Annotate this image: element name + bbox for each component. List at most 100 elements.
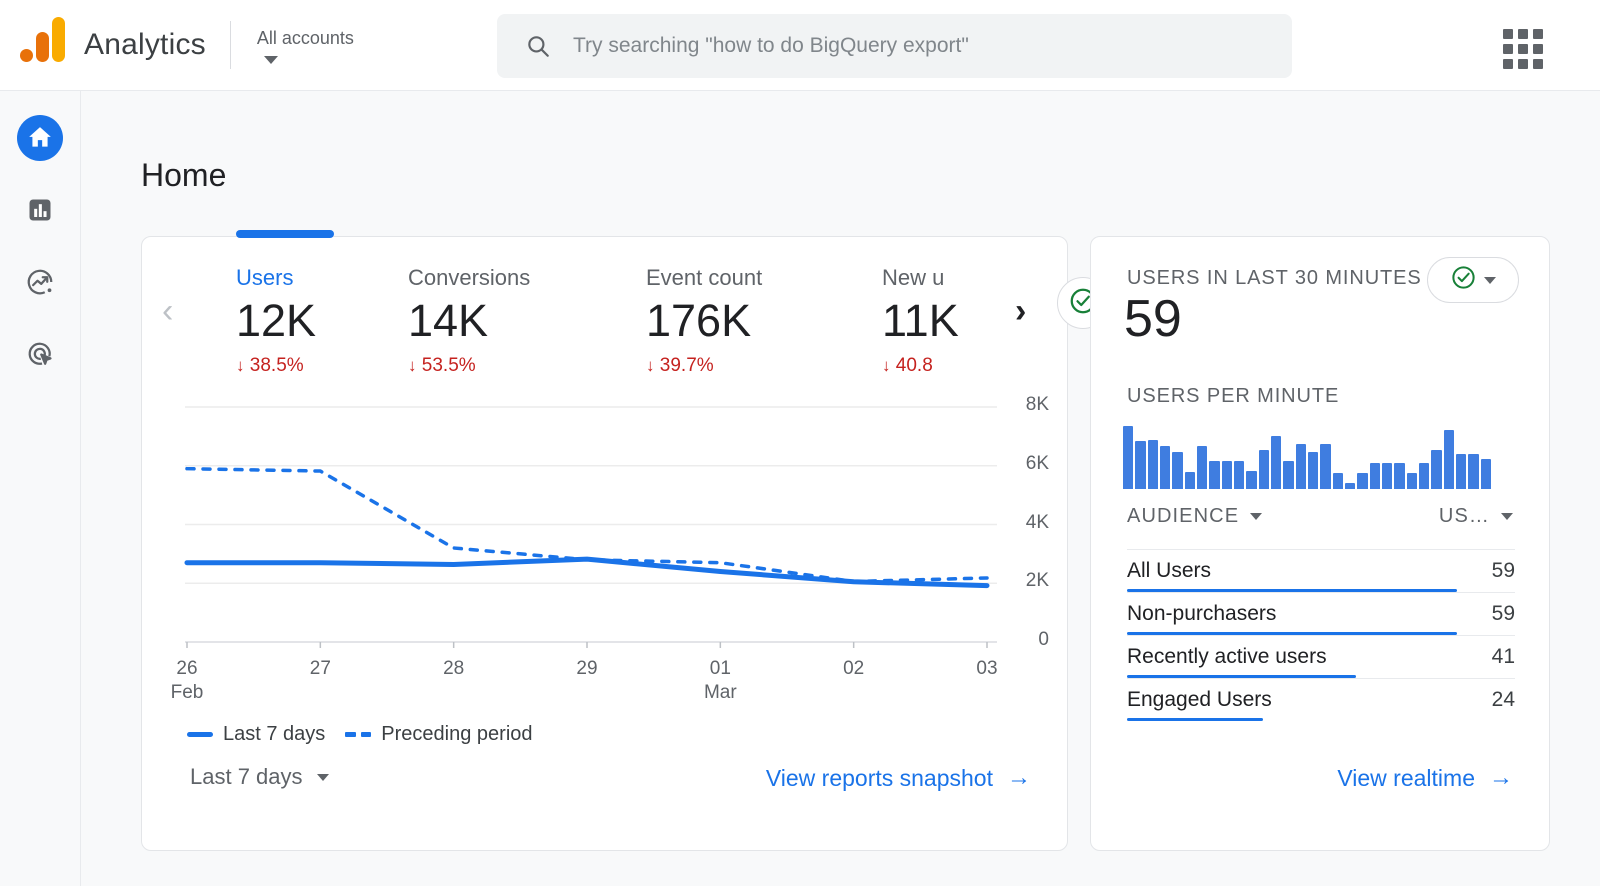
users-per-minute-bar — [1431, 450, 1441, 489]
y-axis-tick: 0 — [1005, 629, 1049, 651]
metric-name: New u — [882, 265, 1002, 291]
chevron-down-icon — [317, 774, 329, 781]
sidebar-item-explore[interactable] — [17, 259, 63, 305]
explore-trend-icon — [25, 267, 55, 297]
column-header-label: US… — [1439, 505, 1490, 528]
users-per-minute-bar — [1123, 426, 1133, 489]
home-icon — [27, 125, 53, 151]
legend-swatch-solid — [187, 732, 213, 737]
x-axis-tick: 02 — [819, 658, 889, 680]
audience-value: 59 — [1492, 602, 1515, 626]
users-per-minute-bar — [1468, 454, 1478, 489]
view-realtime-link[interactable]: View realtime → — [1337, 764, 1513, 792]
x-axis-tick: 27 — [285, 658, 355, 680]
users-per-minute-bar — [1333, 473, 1343, 489]
chevron-down-icon — [1501, 513, 1513, 520]
brand-divider — [230, 21, 231, 69]
x-axis-tick: 28 — [419, 658, 489, 680]
metric-card-new-users[interactable]: New u 11K ↓ 40.8 — [882, 265, 1002, 377]
users-per-minute-bar — [1308, 452, 1318, 489]
date-range-selector[interactable]: Last 7 days — [190, 764, 329, 790]
users-per-minute-bar-chart — [1123, 426, 1491, 489]
y-axis-tick: 2K — [1005, 570, 1049, 592]
users-per-minute-bar — [1135, 441, 1145, 489]
account-selector[interactable]: All accounts — [257, 27, 354, 64]
selected-metric-indicator — [236, 230, 334, 238]
top-bar: Analytics All accounts — [0, 0, 1600, 91]
users-per-minute-bar — [1320, 444, 1330, 489]
users-per-minute-bar — [1148, 440, 1158, 489]
y-axis-tick: 6K — [1005, 453, 1049, 475]
metric-name: Event count — [646, 265, 861, 291]
table-row[interactable]: Recently active users 41 — [1127, 635, 1515, 678]
sidebar-item-advertising[interactable] — [17, 331, 63, 377]
chevron-down-icon — [1250, 513, 1262, 520]
table-row[interactable]: All Users59 — [1127, 549, 1515, 592]
realtime-card: USERS IN LAST 30 MINUTES 59 USERS PER MI… — [1090, 236, 1550, 851]
metric-value: 14K — [408, 293, 623, 349]
users-per-minute-bar — [1481, 459, 1491, 489]
users-per-minute-bar — [1234, 461, 1244, 489]
x-axis-tick: 01Mar — [685, 658, 755, 704]
table-row[interactable]: Non-purchasers 59 — [1127, 592, 1515, 635]
audience-name: Non-purchasers — [1127, 602, 1276, 626]
realtime-status-badge[interactable] — [1427, 257, 1519, 303]
users-per-minute-bar — [1407, 473, 1417, 489]
users-per-minute-bar — [1456, 454, 1466, 489]
x-axis-tick: 29 — [552, 658, 622, 680]
account-selector-label: All accounts — [257, 27, 354, 49]
realtime-card-footer: View realtime → — [1091, 740, 1549, 850]
audience-table-header: AUDIENCE US… — [1091, 505, 1549, 549]
arrow-right-icon: → — [1007, 764, 1031, 792]
sidebar-item-reports[interactable] — [17, 187, 63, 233]
advertising-target-icon — [25, 339, 55, 369]
realtime-user-count: 59 — [1124, 289, 1182, 349]
metric-value: 176K — [646, 293, 861, 349]
audience-value: 59 — [1492, 559, 1515, 583]
audience-value: 24 — [1492, 688, 1515, 712]
metric-value: 11K — [882, 293, 1002, 349]
users-per-minute-bar — [1197, 446, 1207, 489]
x-axis-tick: 26Feb — [152, 658, 222, 704]
audience-value: 41 — [1492, 645, 1515, 669]
users-per-minute-bar — [1345, 483, 1355, 489]
users-per-minute-bar — [1172, 452, 1182, 489]
legend-swatch-dashed — [345, 732, 371, 737]
page-content: Home ‹ › Users 12K ↓ 38.5% Conversions 1… — [81, 91, 1600, 886]
y-axis-tick: 4K — [1005, 512, 1049, 534]
users-per-minute-bar — [1160, 446, 1170, 489]
users-per-minute-bar — [1209, 461, 1219, 489]
realtime-header-label: USERS IN LAST 30 MINUTES — [1127, 267, 1422, 290]
view-reports-snapshot-link[interactable]: View reports snapshot → — [766, 764, 1031, 792]
column-header-audience[interactable]: AUDIENCE — [1127, 505, 1262, 528]
chevron-down-icon — [1484, 277, 1496, 284]
table-row[interactable]: Engaged Users24 — [1127, 678, 1515, 721]
column-header-label: AUDIENCE — [1127, 505, 1239, 528]
audience-name: Recently active users — [1127, 645, 1327, 669]
apps-grid-icon[interactable] — [1503, 29, 1541, 63]
cta-label: View reports snapshot — [766, 765, 993, 792]
metric-prev-button[interactable]: ‹ — [162, 292, 173, 331]
chevron-down-icon — [264, 56, 278, 64]
search-box[interactable] — [497, 14, 1292, 78]
users-per-minute-bar — [1222, 461, 1232, 489]
search-input[interactable] — [573, 34, 1272, 58]
users-per-minute-bar — [1185, 472, 1195, 489]
users-per-minute-label: USERS PER MINUTE — [1127, 385, 1339, 408]
column-header-users[interactable]: US… — [1439, 505, 1513, 528]
sidebar-item-home[interactable] — [17, 115, 63, 161]
metric-card-event-count[interactable]: Event count 176K ↓ 39.7% — [646, 265, 861, 377]
metric-next-button[interactable]: › — [1015, 292, 1026, 331]
users-per-minute-bar — [1357, 473, 1367, 489]
metric-card-conversions[interactable]: Conversions 14K ↓ 53.5% — [408, 265, 623, 377]
users-per-minute-bar — [1382, 463, 1392, 489]
users-per-minute-bar — [1394, 463, 1404, 489]
users-per-minute-bar — [1246, 471, 1256, 489]
overview-card-footer: Last 7 days View reports snapshot → — [142, 740, 1067, 850]
search-icon — [525, 33, 551, 59]
users-per-minute-bar — [1370, 463, 1380, 489]
arrow-right-icon: → — [1489, 764, 1513, 792]
check-circle-icon — [1450, 264, 1477, 296]
google-analytics-logo-icon — [18, 19, 70, 71]
bar-chart-icon — [26, 196, 54, 224]
